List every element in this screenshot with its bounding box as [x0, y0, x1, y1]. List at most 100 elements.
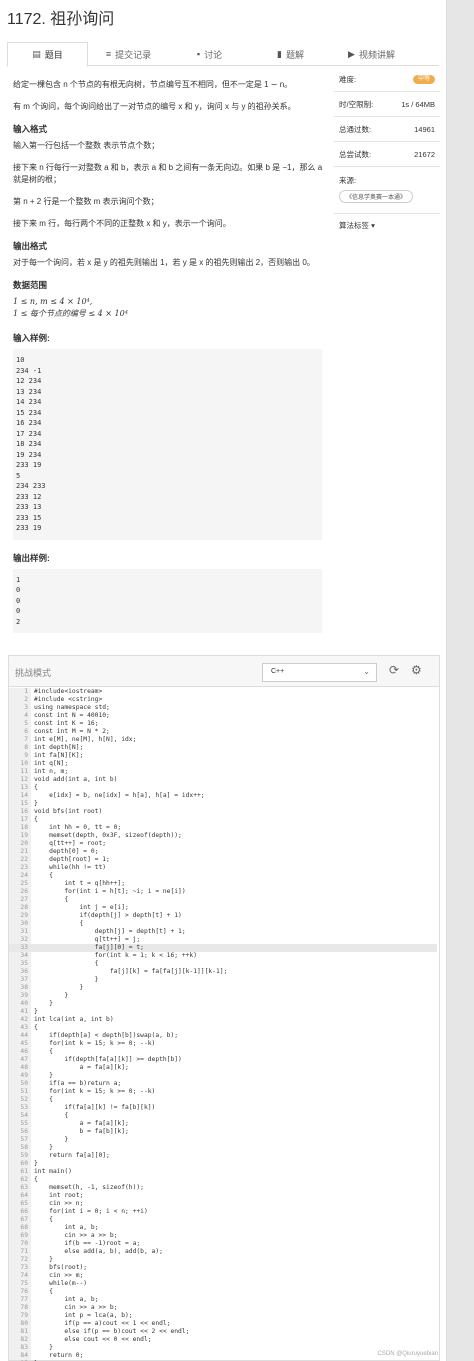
code-line[interactable]: 78 cin >> a >> b; — [9, 1304, 437, 1312]
tab-submissions[interactable]: ≡ 提交记录 — [88, 42, 169, 66]
code-line[interactable]: 43 { — [9, 1024, 437, 1032]
code-line[interactable]: 39 } — [9, 992, 437, 1000]
code-line[interactable]: 65 cin >> n; — [9, 1200, 437, 1208]
code-line[interactable]: 14 e[idx] = b, ne[idx] = h[a], h[a] = id… — [9, 792, 437, 800]
code-line[interactable]: 5 const int K = 16; — [9, 720, 437, 728]
code-line[interactable]: 68 int a, b; — [9, 1224, 437, 1232]
code-line[interactable]: 21 depth[0] = 0; — [9, 848, 437, 856]
code-line[interactable]: 51 for(int k = 15; k >= 0; --k) — [9, 1088, 437, 1096]
code-line[interactable]: 28 int j = e[i]; — [9, 904, 437, 912]
gear-icon[interactable]: ⚙ — [411, 663, 422, 677]
code-line[interactable]: 36 fa[j][k] = fa[fa[j][k-1]][k-1]; — [9, 968, 437, 976]
code-line[interactable]: 38 } — [9, 984, 437, 992]
code-line[interactable]: 80 if(p == a)cout << 1 << endl; — [9, 1320, 437, 1328]
code-line[interactable]: 49 } — [9, 1072, 437, 1080]
code-line[interactable]: 40 } — [9, 1000, 437, 1008]
code-line[interactable]: 55 a = fa[a][k]; — [9, 1120, 437, 1128]
code-line[interactable]: 59 return fa[a][0]; — [9, 1152, 437, 1160]
code-line[interactable]: 18 int hh = 0, tt = 0; — [9, 824, 437, 832]
code-line[interactable]: 60} — [9, 1160, 437, 1168]
code-line[interactable]: 17 { — [9, 816, 437, 824]
code-line[interactable]: 41} — [9, 1008, 437, 1016]
code-line[interactable]: 1 #include<iostream> — [9, 688, 437, 696]
code-line[interactable]: 6 const int M = N * 2; — [9, 728, 437, 736]
refresh-icon[interactable]: ⟳ — [389, 663, 399, 677]
tab-problem[interactable]: ▤ 题目 — [7, 42, 88, 67]
code-line[interactable]: 56 b = fa[b][k]; — [9, 1128, 437, 1136]
code-line[interactable]: 44 if(depth[a] < depth[b])swap(a, b); — [9, 1032, 437, 1040]
code-line[interactable]: 37 } — [9, 976, 437, 984]
code-line[interactable]: 79 int p = lca(a, b); — [9, 1312, 437, 1320]
code-line[interactable]: 48 a = fa[a][k]; — [9, 1064, 437, 1072]
line-number: 60 — [20, 1160, 28, 1167]
code-line[interactable]: 45 for(int k = 15; k >= 0; --k) — [9, 1040, 437, 1048]
code-line[interactable]: 2 #include <cstring> — [9, 696, 437, 704]
language-select[interactable]: C++ ⌄ — [262, 663, 377, 682]
code-line[interactable]: 9 int fa[N][K]; — [9, 752, 437, 760]
algorithm-tags-toggle[interactable]: 算法标签 ▾ — [334, 214, 440, 237]
code-line[interactable]: 10 int q[N]; — [9, 760, 437, 768]
code-line[interactable]: 71 else add(a, b), add(b, a); — [9, 1248, 437, 1256]
code-line[interactable]: 11 int n, m; — [9, 768, 437, 776]
code-line[interactable]: 83 } — [9, 1344, 437, 1352]
code-line[interactable]: 29 if(depth[j] > depth[t] + 1) — [9, 912, 437, 920]
code-line[interactable]: 64 int root; — [9, 1192, 437, 1200]
code-line[interactable]: 31 depth[j] = depth[t] + 1; — [9, 928, 437, 936]
code-line[interactable]: 24 { — [9, 872, 437, 880]
code-line[interactable]: 61 int main() — [9, 1168, 437, 1176]
code-line[interactable]: 20 q[tt++] = root; — [9, 840, 437, 848]
code-line[interactable]: 76 { — [9, 1288, 437, 1296]
code-line[interactable]: 16 void bfs(int root) — [9, 808, 437, 816]
code-line[interactable]: 84 return 0; — [9, 1352, 437, 1360]
code-line[interactable]: 73 bfs(root); — [9, 1264, 437, 1272]
code-line[interactable]: 3 using namespace std; — [9, 704, 437, 712]
code-line[interactable]: 66 for(int i = 0; i < n; ++i) — [9, 1208, 437, 1216]
code-line[interactable]: 77 int a, b; — [9, 1296, 437, 1304]
code-line[interactable]: 25 int t = q[hh++]; — [9, 880, 437, 888]
code-line[interactable]: 22 depth[root] = 1; — [9, 856, 437, 864]
code-line[interactable]: 30 { — [9, 920, 437, 928]
code-line[interactable]: 82 else cout << 0 << endl; — [9, 1336, 437, 1344]
code-line[interactable]: 33 fa[j][0] = t; — [9, 944, 437, 952]
tab-discussion[interactable]: ▪ 讨论 — [169, 42, 250, 66]
page-scrollbar[interactable] — [446, 0, 474, 1361]
code-line[interactable]: 75 while(m--) — [9, 1280, 437, 1288]
code-line[interactable]: 58 } — [9, 1144, 437, 1152]
code-line[interactable]: 70 if(b == -1)root = a; — [9, 1240, 437, 1248]
code-line[interactable]: 50 if(a == b)return a; — [9, 1080, 437, 1088]
code-line[interactable]: 69 cin >> a >> b; — [9, 1232, 437, 1240]
code-line[interactable]: 53 if(fa[a][k] != fa[b][k]) — [9, 1104, 437, 1112]
code-line[interactable]: 32 q[tt++] = j; — [9, 936, 437, 944]
code-line[interactable]: 46 { — [9, 1048, 437, 1056]
code-line[interactable]: 47 if(depth[fa[a][k]] >= depth[b]) — [9, 1056, 437, 1064]
code-line[interactable]: 34 for(int k = 1; k < 16; ++k) — [9, 952, 437, 960]
code-line[interactable]: 81 else if(p == b)cout << 2 << endl; — [9, 1328, 437, 1336]
code-line[interactable]: 62 { — [9, 1176, 437, 1184]
line-number: 78 — [20, 1304, 28, 1311]
code-line[interactable]: 13 { — [9, 784, 437, 792]
code-line[interactable]: 74 cin >> m; — [9, 1272, 437, 1280]
tab-video[interactable]: ▶ 视频讲解 — [331, 42, 412, 66]
code-line[interactable]: 72 } — [9, 1256, 437, 1264]
challenge-mode-label[interactable]: 挑战模式 — [15, 666, 51, 679]
code-line[interactable]: 27 { — [9, 896, 437, 904]
code-line[interactable]: 52 { — [9, 1096, 437, 1104]
code-line[interactable]: 12 void add(int a, int b) — [9, 776, 437, 784]
code-line[interactable]: 35 { — [9, 960, 437, 968]
code-line[interactable]: 4 const int N = 40010; — [9, 712, 437, 720]
code-line[interactable]: 42 int lca(int a, int b) — [9, 1016, 437, 1024]
code-line[interactable]: 63 memset(h, -1, sizeof(h)); — [9, 1184, 437, 1192]
code-line[interactable]: 54 { — [9, 1112, 437, 1120]
code-line[interactable]: 7 int e[M], ne[M], h[N], idx; — [9, 736, 437, 744]
code-line[interactable]: 23 while(hh != tt) — [9, 864, 437, 872]
tab-solutions[interactable]: ▮ 题解 — [250, 42, 331, 66]
source-tag[interactable]: 《信息学奥赛一本通》 — [339, 190, 414, 203]
code-line[interactable]: 15} — [9, 800, 437, 808]
code-line[interactable]: 57 } — [9, 1136, 437, 1144]
code-line[interactable]: 19 memset(depth, 0x3F, sizeof(depth)); — [9, 832, 437, 840]
code-line[interactable]: 26 for(int i = h[t]; ~i; i = ne[i]) — [9, 888, 437, 896]
code-line[interactable]: 8 int depth[N]; — [9, 744, 437, 752]
code-area[interactable]: 1 #include<iostream> 2 #include <cstring> 3 u… — [9, 688, 439, 1361]
code-text: cin >> n; — [34, 1200, 84, 1207]
code-line[interactable]: 67 { — [9, 1216, 437, 1224]
